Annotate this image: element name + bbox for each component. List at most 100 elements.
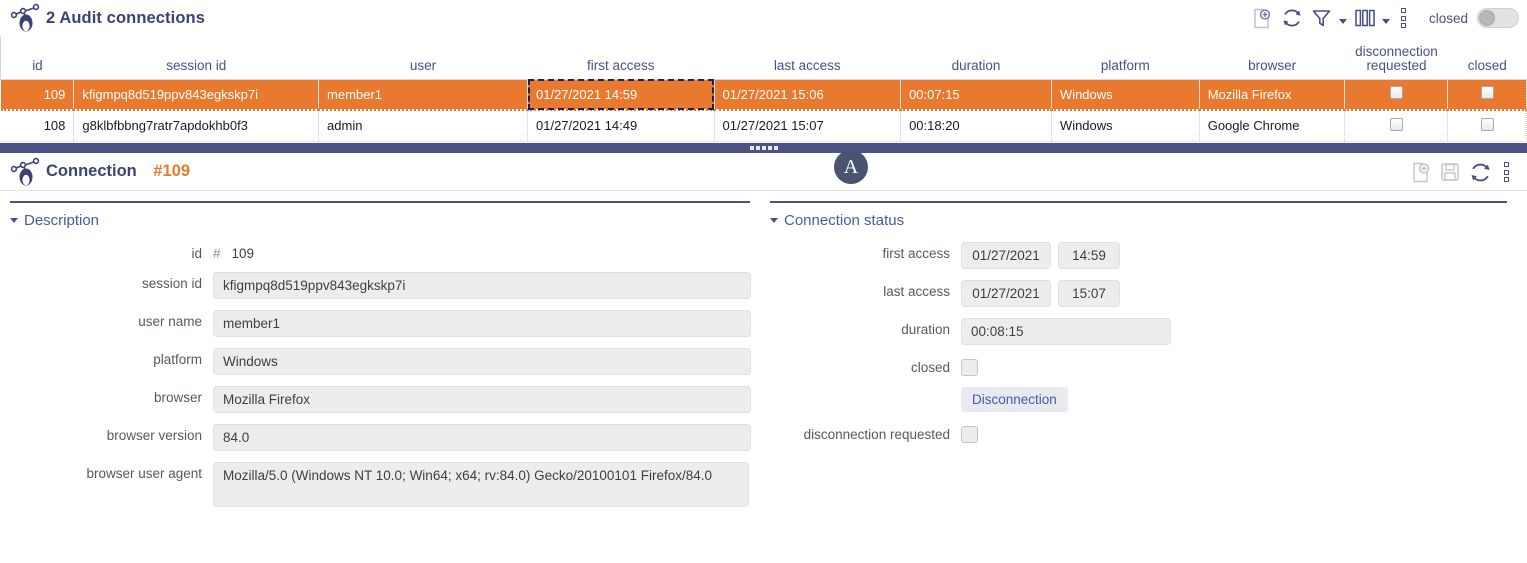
browser-version-field[interactable]: 84.0: [213, 424, 751, 451]
field-row-duration: duration 00:08:15: [770, 318, 1517, 345]
column-header-last-access[interactable]: last access: [714, 36, 901, 80]
detail-title-text: Connection: [46, 162, 137, 180]
disconnection-requested-checkbox[interactable]: [1389, 86, 1403, 100]
detail-title: Connection #109: [46, 162, 190, 181]
toggle-knob: [1479, 10, 1495, 26]
closed-checkbox[interactable]: [1480, 86, 1494, 100]
column-header-disconnection-requested[interactable]: disconnection requested: [1344, 36, 1448, 80]
duration-label: duration: [901, 322, 950, 337]
add-page-icon[interactable]: [1405, 157, 1435, 187]
cell-user[interactable]: member1: [318, 79, 528, 110]
filter-icon[interactable]: [1307, 3, 1337, 33]
detail-toolbar: [1405, 153, 1517, 191]
cell-user[interactable]: admin: [318, 110, 528, 142]
cell-duration[interactable]: 00:07:15: [900, 79, 1052, 110]
cell-duration[interactable]: 00:18:20: [900, 110, 1052, 142]
browser-label: browser: [153, 390, 202, 405]
field-row-disconnection-button: Disconnection: [770, 387, 1517, 412]
table-row[interactable]: 109 kfigmpq8d519ppv843egkskp7i member1 0…: [0, 79, 1527, 110]
column-header-first-access[interactable]: first access: [527, 36, 715, 80]
cell-first-access[interactable]: 01/27/2021 14:59: [527, 79, 715, 110]
refresh-icon[interactable]: [1277, 3, 1307, 33]
list-toolbar: closed: [1247, 0, 1519, 36]
column-header-user[interactable]: user: [318, 36, 528, 80]
cell-closed[interactable]: [1447, 110, 1527, 142]
disconnection-requested-checkbox[interactable]: [1389, 117, 1403, 131]
first-access-time-field[interactable]: 14:59: [1058, 242, 1120, 269]
cell-browser[interactable]: Mozilla Firefox: [1199, 79, 1346, 110]
disconnection-requested-label: disconnection requested: [803, 427, 950, 442]
list-panel-header: 2 Audit connections closed: [0, 0, 1527, 36]
connection-detail-panel: Connection #109 A Description id # 109 s…: [0, 150, 1527, 563]
field-row-browser-version: browser version 84.0: [10, 424, 760, 451]
column-header-duration[interactable]: duration: [900, 36, 1052, 80]
browser-version-label: browser version: [106, 428, 202, 443]
cell-platform[interactable]: Windows: [1051, 110, 1200, 142]
panel-splitter[interactable]: [0, 143, 1527, 153]
column-header-closed[interactable]: closed: [1447, 36, 1527, 80]
splitter-grip-icon: [749, 146, 778, 150]
cell-id[interactable]: 108: [0, 110, 75, 142]
audit-connections-list-panel: 2 Audit connections closed id session id…: [0, 0, 1527, 143]
cell-platform[interactable]: Windows: [1051, 79, 1200, 110]
closed-checkbox[interactable]: [1480, 117, 1494, 131]
cell-disconnection-requested[interactable]: [1344, 79, 1449, 110]
user-name-label: user name: [138, 314, 202, 329]
last-access-date-field[interactable]: 01/27/2021: [961, 280, 1051, 307]
app-root: 2 Audit connections closed id session id…: [0, 0, 1527, 563]
detail-record-id: #109: [153, 162, 191, 180]
field-row-closed: closed: [770, 356, 1517, 376]
session-id-field[interactable]: kfigmpq8d519ppv843egkskp7i: [213, 272, 751, 299]
closed-filter-toggle[interactable]: [1477, 8, 1519, 28]
save-icon[interactable]: [1435, 157, 1465, 187]
field-row-browser-user-agent: browser user agent Mozilla/5.0 (Windows …: [10, 462, 760, 507]
column-header-browser[interactable]: browser: [1199, 36, 1345, 80]
filter-dropdown-caret[interactable]: [1337, 3, 1350, 33]
audit-connections-logo: [0, 157, 46, 187]
first-access-date-field[interactable]: 01/27/2021: [961, 242, 1051, 269]
cell-browser[interactable]: Google Chrome: [1199, 110, 1346, 142]
duration-field[interactable]: 00:08:15: [961, 318, 1171, 345]
field-row-session-id: session id kfigmpq8d519ppv843egkskp7i: [10, 272, 760, 299]
column-header-session-id[interactable]: session id: [73, 36, 319, 80]
last-access-label: last access: [883, 284, 950, 299]
table-header-row: id session id user first access last acc…: [0, 36, 1527, 80]
collapse-caret-icon[interactable]: [770, 217, 778, 223]
more-options-icon[interactable]: [1393, 3, 1415, 33]
cell-session-id[interactable]: g8klbfbbng7ratr7apdokhb0f3: [73, 110, 320, 142]
cell-disconnection-requested[interactable]: [1344, 110, 1449, 142]
browser-user-agent-field[interactable]: Mozilla/5.0 (Windows NT 10.0; Win64; x64…: [213, 462, 749, 507]
field-row-last-access: last access 01/27/2021 15:07: [770, 280, 1517, 307]
cell-id[interactable]: 109: [0, 79, 75, 110]
column-header-id[interactable]: id: [0, 36, 74, 80]
avatar[interactable]: A: [834, 150, 868, 184]
refresh-icon[interactable]: [1465, 157, 1495, 187]
collapse-caret-icon[interactable]: [10, 217, 18, 223]
cell-session-id[interactable]: kfigmpq8d519ppv843egkskp7i: [73, 79, 320, 110]
cell-closed[interactable]: [1447, 79, 1527, 110]
detail-panel-header: Connection #109 A: [0, 150, 1527, 191]
column-header-platform[interactable]: platform: [1051, 36, 1200, 80]
user-name-field[interactable]: member1: [213, 310, 751, 337]
closed-checkbox[interactable]: [961, 359, 978, 376]
id-value: 109: [231, 246, 255, 261]
field-row-disconnection-requested: disconnection requested: [770, 423, 1517, 443]
platform-field[interactable]: Windows: [213, 348, 751, 375]
cell-first-access[interactable]: 01/27/2021 14:49: [527, 110, 715, 142]
disconnection-button[interactable]: Disconnection: [961, 387, 1068, 412]
columns-icon[interactable]: [1350, 3, 1380, 33]
browser-field[interactable]: Mozilla Firefox: [213, 386, 751, 413]
connection-status-section: Connection status first access 01/27/202…: [760, 201, 1517, 507]
description-section-title: Description: [24, 211, 100, 229]
description-section-header: Description: [10, 201, 750, 231]
platform-label: platform: [153, 352, 202, 367]
field-row-first-access: first access 01/27/2021 14:59: [770, 242, 1517, 269]
disconnection-requested-checkbox[interactable]: [961, 426, 978, 443]
columns-dropdown-caret[interactable]: [1380, 3, 1393, 33]
add-page-icon[interactable]: [1247, 3, 1277, 33]
cell-last-access[interactable]: 01/27/2021 15:06: [714, 79, 902, 110]
cell-last-access[interactable]: 01/27/2021 15:07: [714, 110, 902, 142]
table-row[interactable]: 108 g8klbfbbng7ratr7apdokhb0f3 admin 01/…: [0, 110, 1527, 142]
more-options-icon[interactable]: [1495, 157, 1517, 187]
last-access-time-field[interactable]: 15:07: [1058, 280, 1120, 307]
